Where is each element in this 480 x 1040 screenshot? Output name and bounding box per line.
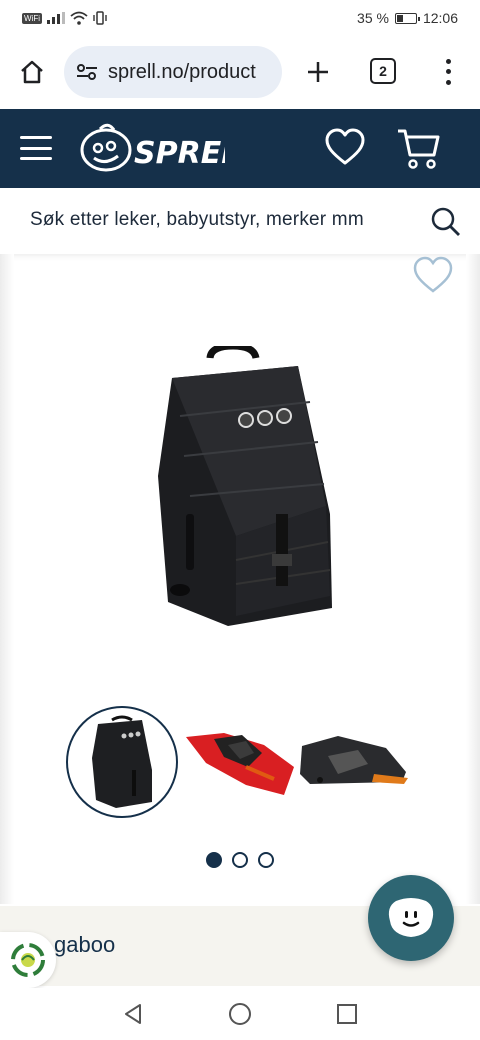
eco-badge[interactable] [0,932,56,988]
menu-icon[interactable] [20,136,52,160]
carousel-dot-2[interactable] [232,852,248,868]
status-right: 35 % 12:06 [357,10,458,26]
back-icon[interactable] [122,1002,144,1026]
brand-link[interactable]: gaboo [54,932,115,958]
carousel-indicator [0,852,480,868]
signal-icon [47,12,65,24]
search-icon[interactable] [430,206,462,238]
site-header: SPRELL [0,109,480,188]
carrier-badge: WiFi [22,12,42,24]
thumbnail-1[interactable] [66,706,178,818]
home-button[interactable] [14,54,50,90]
browser-toolbar: sprell.no/product 2 [0,36,480,108]
thumbnail-bag-upright [92,715,152,808]
product-main-image[interactable] [150,346,336,636]
home-nav-icon[interactable] [228,1002,252,1026]
wishlist-heart-icon[interactable] [324,127,366,169]
battery-percent: 35 % [357,10,389,26]
chat-button[interactable] [368,875,454,961]
tab-switcher-button[interactable]: 2 [370,58,396,84]
sprell-logo[interactable]: SPRELL [80,121,225,177]
chat-face-icon [388,898,434,937]
carousel-dot-3[interactable] [258,852,274,868]
system-nav-bar [0,988,480,1040]
wifi-icon [70,11,88,25]
address-bar[interactable]: sprell.no/product [64,46,282,98]
status-left: WiFi [22,11,107,25]
home-icon [21,60,43,84]
thumbnail-bag-open-red [186,733,294,795]
thumbnail-3[interactable] [298,706,410,818]
thumbnail-2[interactable] [184,706,296,818]
cart-icon[interactable] [396,125,442,171]
plus-icon [308,62,328,82]
browser-menu-button[interactable] [438,56,458,88]
site-settings-icon[interactable] [76,63,98,81]
status-bar: WiFi 35 % 12:06 [0,0,480,36]
vibrate-icon [93,11,107,25]
battery-icon [394,12,420,24]
favorite-heart-icon[interactable] [412,256,454,296]
carousel-dot-1[interactable] [206,852,222,868]
new-tab-button[interactable] [302,56,334,88]
product-gallery [0,254,480,904]
url-text: sprell.no/product [108,60,256,83]
clock: 12:06 [422,10,458,26]
thumbnail-bag-side-stroller [300,736,408,784]
search-input[interactable]: Søk etter leker, babyutstyr, merker mm [30,209,364,231]
recents-icon[interactable] [336,1003,358,1025]
logo-text: SPRELL [134,136,225,171]
site-search-bar[interactable]: Søk etter leker, babyutstyr, merker mm [0,188,480,252]
eco-recycle-icon [11,943,45,977]
